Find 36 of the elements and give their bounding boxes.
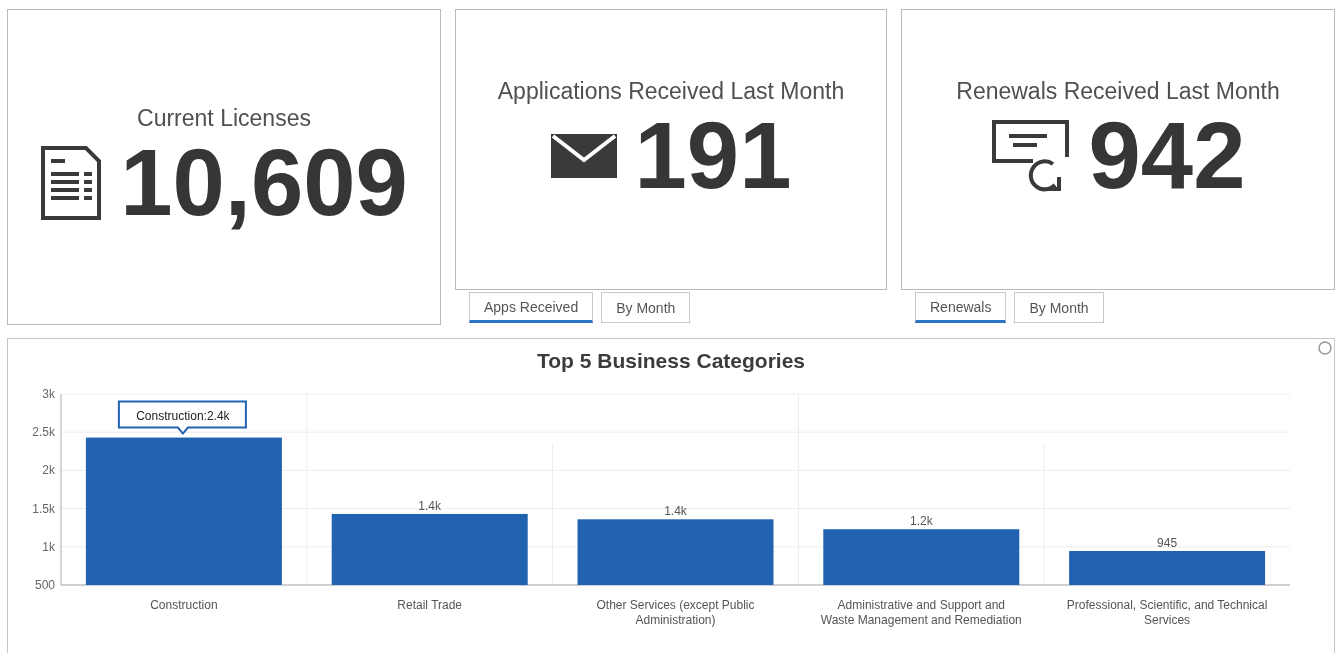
bar[interactable]	[331, 513, 528, 585]
card-title: Applications Received Last Month	[497, 78, 845, 105]
axis-label: 1k	[42, 539, 55, 554]
bar[interactable]	[1069, 551, 1266, 585]
axis-label: 1.5k	[32, 501, 55, 516]
circle-icon	[1318, 341, 1332, 355]
category-label: Other Services (except Public Administration)	[596, 598, 755, 627]
envelope-icon	[550, 134, 617, 178]
axis-label: 3k	[42, 387, 55, 401]
stat-value: 191	[634, 109, 792, 203]
tab[interactable]: By Month	[601, 292, 691, 323]
card-title: Current Licenses	[137, 104, 311, 132]
chart-title: Top 5 Business Categories	[536, 349, 806, 373]
renewal-icon	[990, 119, 1071, 193]
category-label: Professional, Scientific, and Technical Services	[1066, 598, 1268, 627]
bar[interactable]	[85, 437, 282, 585]
bar[interactable]	[823, 529, 1020, 585]
category-label: Retail Trade	[397, 598, 463, 612]
axis-label: 500	[34, 578, 55, 592]
tab[interactable]: Apps Received	[469, 292, 594, 323]
stat-value: 942	[1088, 109, 1246, 203]
stat-value: 10,609	[120, 135, 408, 230]
tab[interactable]: By Month	[1014, 292, 1104, 323]
tooltip: Construction:2.4k	[117, 400, 247, 436]
card-title: Renewals Received Last Month	[956, 78, 1280, 105]
category-label: Administrative and Support and Waste Management and Remediation	[820, 598, 1022, 627]
document-icon	[40, 144, 103, 221]
axis-label: 2.5k	[32, 425, 55, 440]
category-label: Construction	[150, 598, 218, 612]
value-label: 1.4k	[418, 498, 442, 513]
axis-label: 2k	[42, 463, 55, 478]
value-label: 1.4k	[664, 504, 687, 519]
tab[interactable]: Renewals	[915, 292, 1007, 323]
value-label: 945	[1157, 536, 1178, 550]
value-label: 1.2k	[909, 514, 933, 529]
bar[interactable]	[577, 519, 774, 585]
